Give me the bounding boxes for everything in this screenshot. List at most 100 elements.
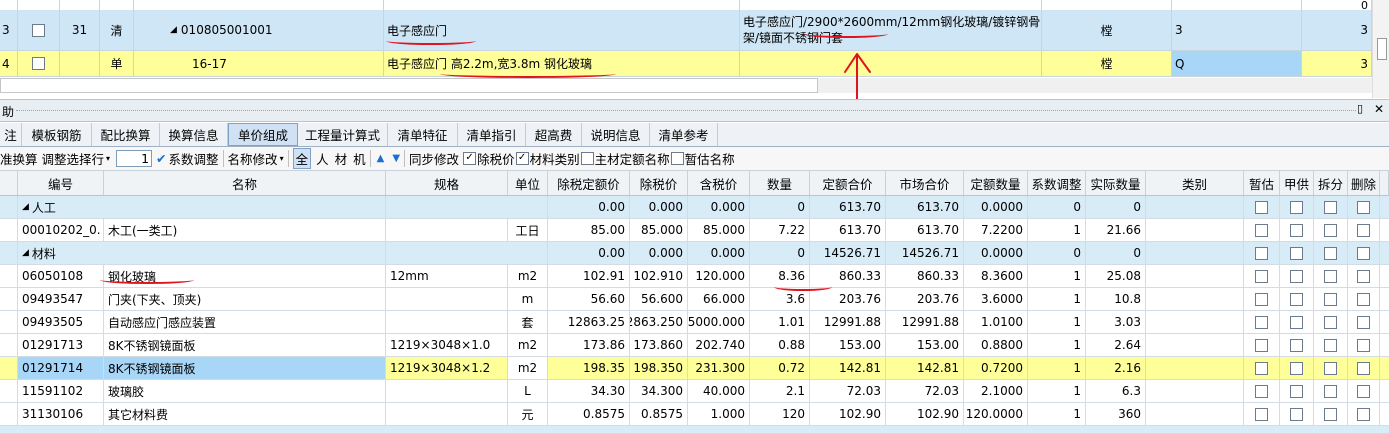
header-name[interactable]: 名称 bbox=[104, 171, 386, 195]
header-spec[interactable]: 规格 bbox=[386, 171, 508, 195]
tab-height-fee[interactable]: 超高费 bbox=[526, 123, 582, 146]
header-coef-adjust[interactable]: 系数调整 bbox=[1028, 171, 1086, 195]
provisional-checkbox[interactable] bbox=[1255, 269, 1268, 283]
table-row[interactable]: 11591102 玻璃胶 L 34.30 34.300 40.000 2.1 72.03 72.… bbox=[0, 380, 1389, 403]
split-checkbox[interactable] bbox=[1324, 315, 1337, 329]
move-down-icon[interactable]: ▼ bbox=[392, 153, 400, 164]
move-up-icon[interactable]: ▲ bbox=[377, 153, 385, 164]
main-material-checkbox[interactable] bbox=[580, 152, 594, 165]
row-checkbox[interactable] bbox=[32, 23, 45, 37]
name-modify-button[interactable]: 名称修改 bbox=[228, 149, 278, 168]
coef-adjust-button[interactable]: 系数调整 bbox=[169, 149, 219, 168]
provisional-checkbox[interactable] bbox=[1255, 292, 1268, 306]
tab-quantity-formula[interactable]: 工程量计算式 bbox=[298, 123, 388, 146]
provisional-checkbox[interactable] bbox=[1255, 246, 1268, 260]
tab-formwork-rebar[interactable]: 模板钢筋 bbox=[22, 123, 92, 146]
delete-checkbox[interactable] bbox=[1357, 361, 1370, 375]
header-actual-quantity[interactable]: 实际数量 bbox=[1086, 171, 1146, 195]
delete-checkbox[interactable] bbox=[1357, 223, 1370, 237]
owner-supplied-checkbox[interactable] bbox=[1290, 338, 1303, 352]
tab-note[interactable]: 注 bbox=[0, 123, 22, 146]
provisional-checkbox[interactable] bbox=[1255, 338, 1268, 352]
header-delete[interactable]: 删除 bbox=[1348, 171, 1380, 195]
row-checkbox[interactable] bbox=[32, 57, 45, 70]
delete-checkbox[interactable] bbox=[1357, 315, 1370, 329]
sync-modify-button[interactable]: 同步修改 bbox=[409, 149, 459, 168]
filter-machine-button[interactable]: 机 bbox=[353, 149, 366, 168]
collapse-triangle-icon[interactable]: ◢ bbox=[22, 202, 29, 212]
adjust-select-button[interactable]: 调整选择行 bbox=[42, 149, 105, 168]
filter-labor-button[interactable]: 人 bbox=[316, 149, 329, 168]
owner-supplied-checkbox[interactable] bbox=[1290, 292, 1303, 306]
dropdown-icon[interactable]: ▾ bbox=[280, 154, 284, 163]
split-checkbox[interactable] bbox=[1324, 200, 1337, 214]
tab-bill-guide[interactable]: 清单指引 bbox=[458, 123, 526, 146]
dropdown-icon[interactable]: ▾ bbox=[106, 154, 110, 163]
split-checkbox[interactable] bbox=[1324, 246, 1337, 260]
tax-price-checkbox-icon[interactable]: ✓ bbox=[463, 152, 477, 165]
split-checkbox[interactable] bbox=[1324, 338, 1337, 352]
material-category-checkbox-icon[interactable]: ✓ bbox=[515, 152, 529, 165]
header-provisional[interactable]: 暂估 bbox=[1244, 171, 1280, 195]
tab-unit-price[interactable]: 单价组成 bbox=[228, 123, 298, 146]
delete-checkbox[interactable] bbox=[1357, 338, 1370, 352]
table-row[interactable]: 09493547 门夹(下夹、顶夹) m 56.60 56.600 66.000 3.6 20… bbox=[0, 288, 1389, 311]
delete-checkbox[interactable] bbox=[1357, 407, 1370, 421]
delete-checkbox[interactable] bbox=[1357, 292, 1370, 306]
close-icon[interactable]: ✕ bbox=[1374, 102, 1384, 116]
delete-checkbox[interactable] bbox=[1357, 384, 1370, 398]
table-row[interactable]: 01291714 8K不锈钢镜面板 1219×3048×1.2 m2 198.35 198… bbox=[0, 357, 1389, 380]
owner-supplied-checkbox[interactable] bbox=[1290, 200, 1303, 214]
top-grid-row-16-17[interactable]: 4 单 16-17 电子感应门 高2.2m,宽3.8m 钢化玻璃 樘 Q 3 bbox=[0, 51, 1372, 77]
collapse-triangle-icon[interactable]: ◢ bbox=[22, 248, 29, 258]
pin-icon[interactable]: ▯ bbox=[1357, 102, 1363, 115]
horizontal-scrollbar[interactable] bbox=[0, 78, 818, 93]
header-base-quantity[interactable]: 定额数量 bbox=[964, 171, 1028, 195]
header-incl-tax-price[interactable]: 含税价 bbox=[688, 171, 750, 195]
table-row[interactable]: 09493505自动感应门感应装置 套12863.2512863.25015000… bbox=[0, 311, 1389, 334]
tab-bill-reference[interactable]: 清单参考 bbox=[650, 123, 718, 146]
split-checkbox[interactable] bbox=[1324, 292, 1337, 306]
header-unit[interactable]: 单位 bbox=[508, 171, 548, 195]
provisional-checkbox[interactable] bbox=[1255, 315, 1268, 329]
tab-conversion-info[interactable]: 换算信息 bbox=[160, 123, 228, 146]
owner-supplied-checkbox[interactable] bbox=[1290, 246, 1303, 260]
header-code[interactable]: 编号 bbox=[18, 171, 104, 195]
owner-supplied-checkbox[interactable] bbox=[1290, 407, 1303, 421]
provisional-checkbox[interactable] bbox=[1255, 407, 1268, 421]
owner-supplied-checkbox[interactable] bbox=[1290, 361, 1303, 375]
split-checkbox[interactable] bbox=[1324, 407, 1337, 421]
panel-splitter[interactable]: 助 ▯ ✕ bbox=[0, 99, 1389, 122]
top-grid-row-31[interactable]: 3 31 清 ◢ 010805001001 电子感应门 电子感应门/2900*2… bbox=[0, 10, 1372, 51]
recalc-button[interactable]: 准换算 bbox=[0, 149, 38, 168]
tab-description[interactable]: 说明信息 bbox=[582, 123, 650, 146]
vertical-scrollbar[interactable] bbox=[1372, 0, 1389, 98]
header-base-total[interactable]: 定额合价 bbox=[810, 171, 886, 195]
table-row[interactable]: 00010202_0. 木工(一类工) 工日 85.00 85.000 85.000 7.2… bbox=[0, 219, 1389, 242]
provisional-checkbox[interactable] bbox=[1255, 361, 1268, 375]
group-row[interactable]: ◢ 人工 0.00 0.000 0.000 0 613.70 613.70 0.0000 0 0 bbox=[0, 196, 1389, 219]
split-checkbox[interactable] bbox=[1324, 384, 1337, 398]
filter-material-button[interactable]: 材 bbox=[335, 149, 348, 168]
provisional-checkbox[interactable] bbox=[1255, 384, 1268, 398]
owner-supplied-checkbox[interactable] bbox=[1290, 269, 1303, 283]
collapse-triangle-icon[interactable]: ◢ bbox=[170, 25, 177, 35]
header-market-total[interactable]: 市场合价 bbox=[886, 171, 964, 195]
header-quantity[interactable]: 数量 bbox=[750, 171, 810, 195]
filter-all-button[interactable]: 全 bbox=[292, 148, 312, 169]
delete-checkbox[interactable] bbox=[1357, 246, 1370, 260]
group-row[interactable]: ◢ 材料 0.00 0.000 0.000 0 14526.71 14526.71 0.0000… bbox=[0, 242, 1389, 265]
owner-supplied-checkbox[interactable] bbox=[1290, 223, 1303, 237]
header-owner-supplied[interactable]: 甲供 bbox=[1280, 171, 1314, 195]
header-category[interactable]: 类别 bbox=[1146, 171, 1244, 195]
tab-bill-features[interactable]: 清单特征 bbox=[388, 123, 458, 146]
table-row[interactable]: 31130106 其它材料费元 0.8575 0.8575 1.000 120 102.90… bbox=[0, 403, 1389, 426]
header-excl-tax-base-price[interactable]: 除税定额价 bbox=[548, 171, 630, 195]
provisional-checkbox[interactable] bbox=[1255, 223, 1268, 237]
row-qty[interactable]: Q bbox=[1172, 51, 1302, 76]
owner-supplied-checkbox[interactable] bbox=[1290, 315, 1303, 329]
split-checkbox[interactable] bbox=[1324, 269, 1337, 283]
delete-checkbox[interactable] bbox=[1357, 269, 1370, 283]
provisional-checkbox[interactable] bbox=[1255, 200, 1268, 214]
split-checkbox[interactable] bbox=[1324, 223, 1337, 237]
